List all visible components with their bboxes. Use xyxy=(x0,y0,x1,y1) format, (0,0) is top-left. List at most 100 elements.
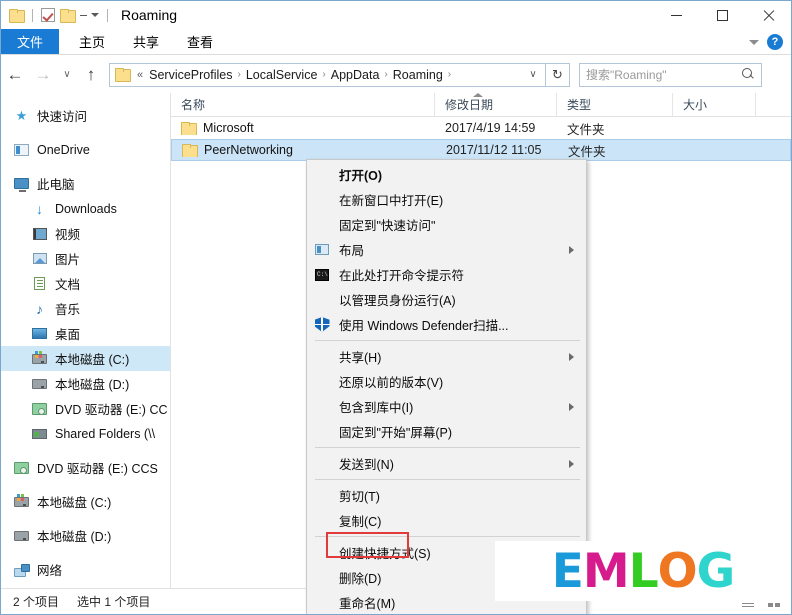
qat-dropdown-icon[interactable] xyxy=(80,13,99,17)
title-bar: Roaming xyxy=(1,1,791,29)
menu-separator xyxy=(315,340,580,341)
watermark-letter-3: O xyxy=(657,543,698,599)
sidebar-item-7[interactable]: ♪ 音乐 xyxy=(1,296,170,321)
tab-share[interactable]: 共享 xyxy=(119,29,173,54)
back-button[interactable]: ← xyxy=(1,61,29,89)
column-header-size[interactable]: 大小 xyxy=(673,92,756,117)
breadcrumb-item-serviceprofiles[interactable]: ServiceProfiles xyxy=(146,68,235,82)
breadcrumb-item-roaming[interactable]: Roaming xyxy=(390,68,446,82)
menu-item-12[interactable]: 剪切(T) xyxy=(307,483,586,508)
menu-item-13[interactable]: 复制(C) xyxy=(307,508,586,533)
menu-item-6[interactable]: 使用 Windows Defender扫描... xyxy=(307,312,586,337)
menu-item-8[interactable]: 还原以前的版本(V) xyxy=(307,369,586,394)
recent-locations-button[interactable]: ∨ xyxy=(57,61,77,89)
column-header-name[interactable]: 名称 xyxy=(171,92,435,117)
sidebar-item-label: OneDrive xyxy=(37,142,90,157)
sidebar-item-3[interactable]: ↓ Downloads xyxy=(1,196,170,221)
menu-item-4[interactable]: C:\ 在此处打开命令提示符 xyxy=(307,262,586,287)
forward-button[interactable]: → xyxy=(29,61,57,89)
sidebar-item-2[interactable]: 此电脑 xyxy=(1,171,170,196)
file-type-cell: 文件夹 xyxy=(567,122,605,137)
music-icon: ♪ xyxy=(36,300,43,317)
menu-item-11[interactable]: 发送到(N) xyxy=(307,451,586,476)
up-button[interactable]: ↑ xyxy=(77,61,105,89)
sidebar-item-10[interactable]: 本地磁盘 (D:) xyxy=(1,371,170,396)
menu-item-0[interactable]: 打开(O) xyxy=(307,162,586,187)
status-item-count: 2 个项目 xyxy=(13,595,60,609)
breadcrumb-separator: › xyxy=(237,69,241,80)
menu-item-2[interactable]: 固定到"快速访问" xyxy=(307,212,586,237)
folder-icon[interactable] xyxy=(60,8,76,23)
menu-item-label: 发送到(N) xyxy=(339,458,394,472)
documents-icon xyxy=(31,276,48,292)
checkbox-icon[interactable] xyxy=(41,8,55,22)
breadcrumb-dropdown-icon[interactable]: ∨ xyxy=(523,69,543,80)
address-bar: ← → ∨ ↑ « ServiceProfiles › LocalService… xyxy=(1,56,791,93)
menu-item-3[interactable]: 布局 xyxy=(307,237,586,262)
command-prompt-icon: C:\ xyxy=(311,266,333,284)
tab-view[interactable]: 查看 xyxy=(173,29,227,54)
breadcrumb-overflow[interactable]: « xyxy=(134,69,146,81)
nav-group-spacer xyxy=(1,446,170,455)
ribbon-tabs: 文件 主页 共享 查看 xyxy=(1,29,791,55)
column-header-date[interactable]: 修改日期 xyxy=(435,92,557,117)
folder-icon xyxy=(182,143,198,157)
file-type-cell: 文件夹 xyxy=(568,144,606,159)
menu-item-icon-placeholder xyxy=(311,455,333,473)
sidebar-item-8[interactable]: 桌面 xyxy=(1,321,170,346)
sidebar-item-label: 文档 xyxy=(55,278,81,292)
menu-item-7[interactable]: 共享(H) xyxy=(307,344,586,369)
sidebar-item-9[interactable]: 本地磁盘 (C:) xyxy=(1,346,170,371)
sidebar-item-13[interactable]: DVD 驱动器 (E:) CCS xyxy=(1,455,170,480)
menu-item-icon-placeholder xyxy=(311,348,333,366)
windows-disk-icon xyxy=(31,350,48,367)
sidebar-item-16[interactable]: 网络 xyxy=(1,557,170,582)
menu-item-label: 共享(H) xyxy=(339,351,382,365)
sidebar-item-4[interactable]: 视频 xyxy=(1,221,170,246)
disk-icon xyxy=(31,376,48,392)
sidebar-item-11[interactable]: DVD 驱动器 (E:) CC xyxy=(1,396,170,421)
sidebar-item-label: Downloads xyxy=(55,201,117,216)
menu-item-5[interactable]: 以管理员身份运行(A) xyxy=(307,287,586,312)
sidebar-item-6[interactable]: 文档 xyxy=(1,271,170,296)
file-name-cell: PeerNetworking xyxy=(172,143,436,157)
breadcrumb-item-localservice[interactable]: LocalService xyxy=(243,68,321,82)
sidebar-item-14[interactable]: 本地磁盘 (C:) xyxy=(1,489,170,514)
sidebar-item-label: 此电脑 xyxy=(37,178,75,192)
chevron-down-icon[interactable] xyxy=(749,39,759,45)
close-button[interactable] xyxy=(745,1,791,29)
windows-disk-icon xyxy=(13,493,30,510)
sidebar-item-label: 快速访问 xyxy=(37,110,88,124)
help-icon[interactable]: ? xyxy=(767,34,783,50)
sidebar-item-15[interactable]: 本地磁盘 (D:) xyxy=(1,523,170,548)
sidebar-item-1[interactable]: OneDrive xyxy=(1,137,170,162)
folder-icon xyxy=(115,68,131,82)
nav-group-spacer xyxy=(1,548,170,557)
tab-file[interactable]: 文件 xyxy=(1,29,60,54)
menu-item-icon-placeholder xyxy=(311,569,333,587)
menu-item-label: 在此处打开命令提示符 xyxy=(339,269,465,283)
menu-item-10[interactable]: 固定到"开始"屏幕(P) xyxy=(307,419,586,444)
folder-icon[interactable] xyxy=(9,8,25,23)
sidebar-item-0[interactable]: ★ 快速访问 xyxy=(1,103,170,128)
minimize-button[interactable] xyxy=(653,1,699,29)
search-input[interactable] xyxy=(586,67,742,82)
breadcrumb[interactable]: « ServiceProfiles › LocalService › AppDa… xyxy=(109,62,546,87)
search-box[interactable] xyxy=(579,62,762,87)
refresh-button[interactable]: ↻ xyxy=(546,62,570,87)
column-header-type[interactable]: 类型 xyxy=(557,92,673,117)
layout-icon xyxy=(311,241,333,259)
tab-home[interactable]: 主页 xyxy=(65,29,119,54)
search-icon[interactable] xyxy=(742,68,755,81)
menu-item-icon-placeholder xyxy=(311,544,333,562)
sidebar-item-12[interactable]: Shared Folders (\\ xyxy=(1,421,170,446)
breadcrumb-item-appdata[interactable]: AppData xyxy=(328,68,383,82)
menu-item-1[interactable]: 在新窗口中打开(E) xyxy=(307,187,586,212)
menu-item-9[interactable]: 包含到库中(I) xyxy=(307,394,586,419)
table-row[interactable]: Microsoft 2017/4/19 14:59 文件夹 xyxy=(171,117,791,139)
menu-item-icon-placeholder xyxy=(311,291,333,309)
onedrive-icon xyxy=(13,142,30,158)
sidebar-item-5[interactable]: 图片 xyxy=(1,246,170,271)
table-row[interactable]: PeerNetworking 2017/11/12 11:05 文件夹 xyxy=(171,139,791,161)
maximize-button[interactable] xyxy=(699,1,745,29)
